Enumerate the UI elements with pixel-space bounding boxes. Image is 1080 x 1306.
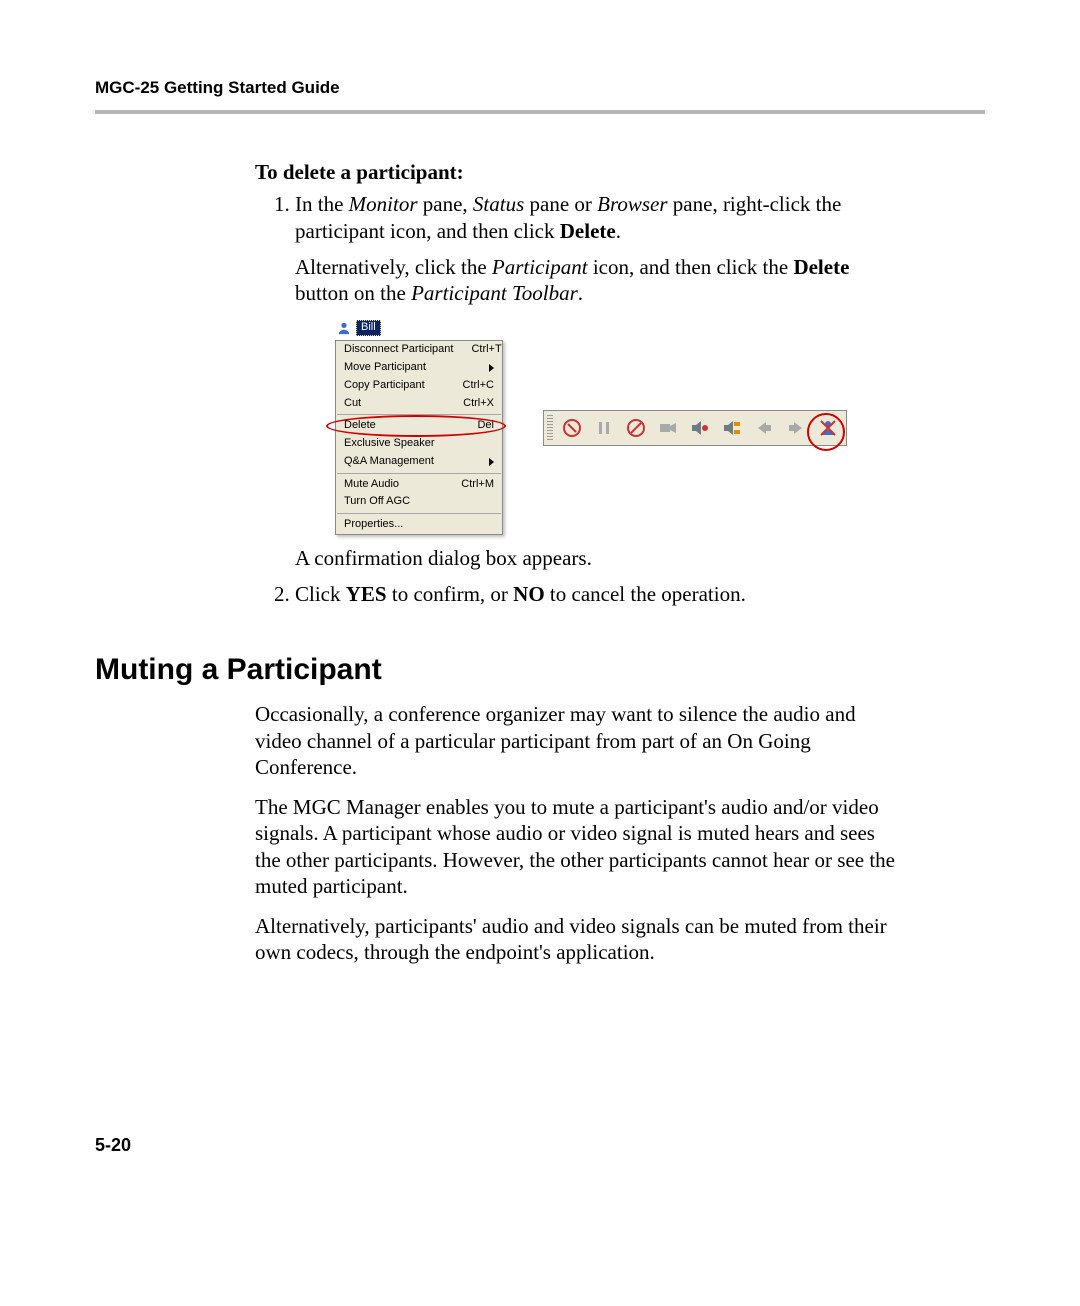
text: icon, and then click the: [588, 255, 794, 279]
ctx-item-label: Q&A Management: [344, 455, 434, 469]
confirmation-text: A confirmation dialog box appears.: [295, 545, 895, 571]
text: to cancel the operation.: [545, 582, 746, 606]
toolbar-move-right-button[interactable]: [781, 415, 811, 441]
ctx-item-label: Copy Participant: [344, 379, 425, 393]
ctx-item-shortcut: Ctrl+X: [463, 397, 494, 411]
ctx-item-move[interactable]: Move Participant: [336, 359, 502, 377]
ctx-item-label: Disconnect Participant: [344, 343, 453, 357]
text-italic: Browser: [597, 192, 667, 216]
text-bold: Delete: [793, 255, 849, 279]
text: .: [578, 281, 583, 305]
muting-para-1: Occasionally, a conference organizer may…: [255, 701, 895, 780]
alt-paragraph: Alternatively, click the Participant ico…: [295, 254, 895, 307]
context-menu: Disconnect Participant Ctrl+T Move Partic…: [335, 340, 503, 535]
participant-name-selected: Bill: [356, 320, 381, 336]
submenu-arrow-icon: [489, 458, 494, 466]
delete-participant-subhead: To delete a participant:: [255, 159, 895, 185]
ctx-item-delete[interactable]: Delete Del: [336, 417, 502, 435]
toolbar-move-left-button[interactable]: [749, 415, 779, 441]
text-italic: Participant Toolbar: [411, 281, 578, 305]
ctx-separator: [337, 513, 501, 514]
ctx-item-shortcut: Ctrl+M: [461, 478, 494, 492]
ctx-item-mute-audio[interactable]: Mute Audio Ctrl+M: [336, 476, 502, 494]
ctx-item-disconnect[interactable]: Disconnect Participant Ctrl+T: [336, 341, 502, 359]
text: to confirm, or: [387, 582, 514, 606]
header-rule: [95, 110, 985, 114]
text-italic: Participant: [492, 255, 588, 279]
ctx-item-label: Delete: [344, 419, 376, 433]
submenu-arrow-icon: [489, 364, 494, 372]
ctx-item-shortcut: Ctrl+T: [471, 343, 501, 357]
text: Alternatively, click the: [295, 255, 492, 279]
text-italic: Monitor: [349, 192, 418, 216]
ctx-item-label: Exclusive Speaker: [344, 437, 435, 451]
text: .: [616, 219, 621, 243]
toolbar-suspend-button[interactable]: [717, 415, 747, 441]
running-header: MGC-25 Getting Started Guide: [95, 78, 985, 98]
toolbar-disconnect-button[interactable]: [621, 415, 651, 441]
text: pane,: [418, 192, 473, 216]
ctx-item-label: Properties...: [344, 518, 403, 532]
context-menu-figure: Bill Disconnect Participant Ctrl+T Move P…: [335, 320, 503, 535]
delete-steps-list: In the Monitor pane, Status pane or Brow…: [255, 191, 895, 607]
ctx-item-cut[interactable]: Cut Ctrl+X: [336, 395, 502, 413]
toolbar-video-button[interactable]: [653, 415, 683, 441]
toolbar-connect-button[interactable]: [557, 415, 587, 441]
text-italic: Status: [473, 192, 524, 216]
step-2: Click YES to confirm, or NO to cancel th…: [295, 581, 895, 607]
text-bold: YES: [346, 582, 387, 606]
ctx-item-exclusive-speaker[interactable]: Exclusive Speaker: [336, 435, 502, 453]
muting-section-heading: Muting a Participant: [95, 653, 985, 687]
toolbar-pause-button[interactable]: [589, 415, 619, 441]
ctx-item-shortcut: Ctrl+C: [463, 379, 494, 393]
text: pane or: [524, 192, 597, 216]
ctx-item-shortcut: Del: [477, 419, 494, 433]
ctx-separator: [337, 473, 501, 474]
muting-para-3: Alternatively, participants' audio and v…: [255, 913, 895, 966]
ctx-separator: [337, 414, 501, 415]
muting-para-2: The MGC Manager enables you to mute a pa…: [255, 794, 895, 899]
ctx-item-properties[interactable]: Properties...: [336, 516, 502, 534]
toolbar-mute-button[interactable]: [685, 415, 715, 441]
participant-toolbar: [543, 410, 847, 446]
toolbar-delete-button[interactable]: [813, 415, 843, 441]
ctx-item-label: Move Participant: [344, 361, 426, 375]
page-number: 5-20: [95, 1135, 131, 1156]
text: button on the: [295, 281, 411, 305]
text-bold: Delete: [560, 219, 616, 243]
step-1: In the Monitor pane, Status pane or Brow…: [295, 191, 895, 571]
figure-row: Bill Disconnect Participant Ctrl+T Move P…: [335, 320, 895, 535]
ctx-item-turn-off-agc[interactable]: Turn Off AGC: [336, 493, 502, 511]
text: Click: [295, 582, 346, 606]
participant-icon: [337, 320, 351, 336]
ctx-item-label: Turn Off AGC: [344, 495, 410, 509]
toolbar-grip-icon: [547, 415, 553, 441]
text-bold: NO: [513, 582, 545, 606]
ctx-item-qa-management[interactable]: Q&A Management: [336, 453, 502, 471]
participant-row: Bill: [335, 320, 503, 336]
ctx-item-copy[interactable]: Copy Participant Ctrl+C: [336, 377, 502, 395]
ctx-item-label: Mute Audio: [344, 478, 399, 492]
text: In the: [295, 192, 349, 216]
ctx-item-label: Cut: [344, 397, 361, 411]
